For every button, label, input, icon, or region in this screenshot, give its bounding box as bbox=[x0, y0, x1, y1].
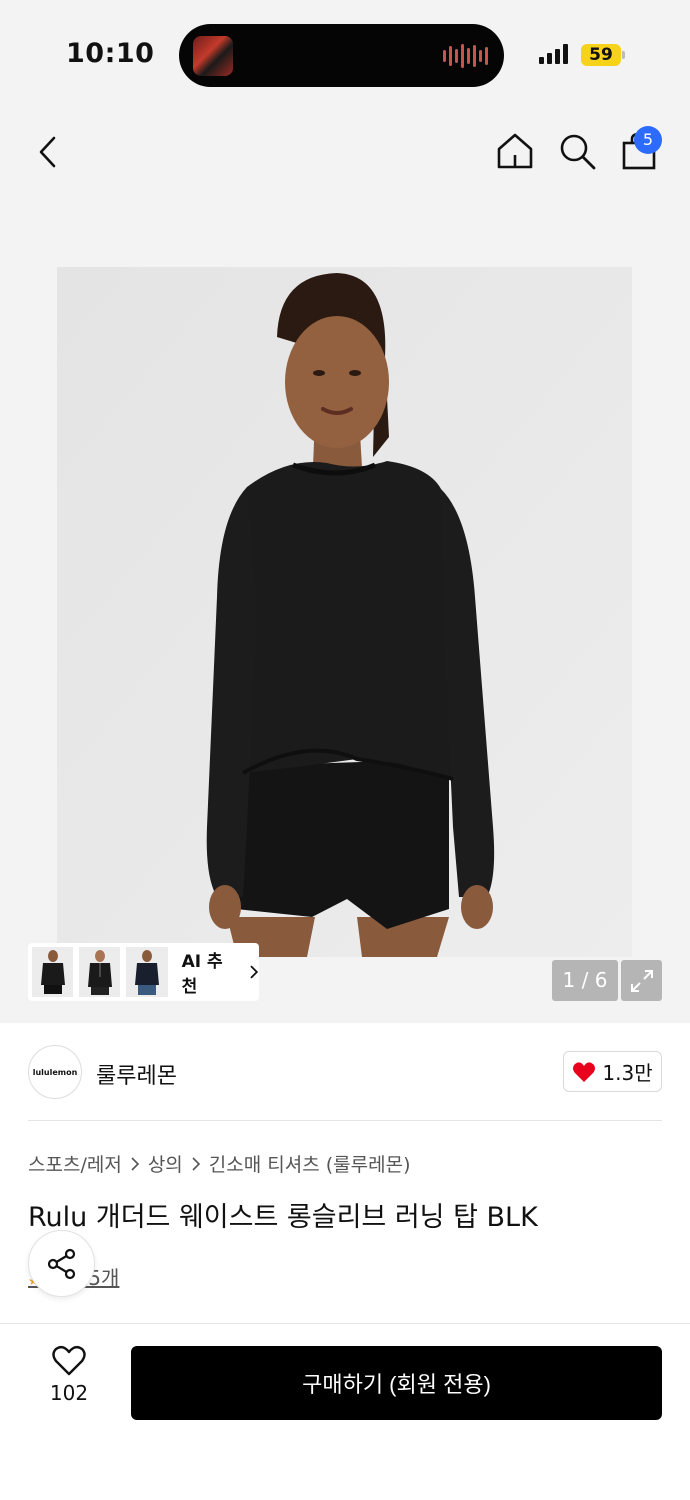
bottom-bar-divider bbox=[0, 1323, 690, 1324]
product-gallery[interactable]: AI 추천 1 / 6 bbox=[0, 190, 690, 1023]
back-button[interactable] bbox=[26, 130, 70, 174]
share-button[interactable] bbox=[28, 1230, 95, 1297]
heart-filled-icon bbox=[573, 1061, 596, 1082]
buy-button[interactable]: 구매하기 (회원 전용) bbox=[131, 1346, 662, 1420]
brand-row[interactable]: lululemon 룰루레몬 1.3만 bbox=[0, 1023, 690, 1120]
recommendation-thumbnail[interactable] bbox=[79, 947, 121, 997]
chevron-right-icon bbox=[250, 965, 259, 979]
heart-outline-icon bbox=[52, 1345, 86, 1376]
battery-tip bbox=[622, 51, 625, 59]
section-divider bbox=[28, 1120, 662, 1121]
top-nav-bar bbox=[0, 110, 690, 190]
breadcrumb-item[interactable]: 상의 bbox=[148, 1150, 183, 1177]
share-icon bbox=[47, 1248, 75, 1279]
brand-like-count: 1.3만 bbox=[602, 1061, 653, 1085]
back-icon bbox=[39, 136, 56, 168]
now-playing-artwork bbox=[193, 36, 233, 76]
home-icon bbox=[497, 133, 533, 169]
search-button[interactable] bbox=[554, 128, 600, 174]
image-page-counter: 1 / 6 bbox=[552, 960, 618, 1001]
battery-indicator: 59 bbox=[581, 44, 621, 66]
cart-count-badge: 5 bbox=[634, 126, 662, 154]
wishlist-count: 102 bbox=[49, 1381, 89, 1405]
wishlist-button[interactable]: 102 bbox=[36, 1345, 102, 1415]
brand-logo[interactable]: lululemon bbox=[28, 1045, 82, 1099]
fullscreen-button[interactable] bbox=[621, 960, 662, 1001]
brand-name[interactable]: 룰루레몬 bbox=[96, 1058, 177, 1090]
breadcrumb-item[interactable]: 스포츠/레저 bbox=[28, 1150, 122, 1177]
model-wearing-top-image bbox=[57, 267, 632, 957]
expand-icon bbox=[630, 969, 653, 992]
product-photo[interactable] bbox=[57, 267, 632, 957]
chevron-right-icon bbox=[130, 1156, 140, 1172]
home-button[interactable] bbox=[492, 128, 538, 174]
recommendation-thumbnail[interactable] bbox=[126, 947, 168, 997]
product-title: Rulu 개더드 웨이스트 롱슬리브 러닝 탑 BLK bbox=[28, 1202, 538, 1233]
dynamic-island[interactable] bbox=[179, 24, 504, 87]
status-bar: 10:10 59 bbox=[0, 0, 690, 110]
search-icon bbox=[560, 134, 596, 170]
breadcrumb-item[interactable]: 긴소매 티셔츠 (룰루레몬) bbox=[209, 1150, 411, 1177]
ai-recommendation-strip[interactable]: AI 추천 bbox=[28, 943, 259, 1001]
brand-logo-text: lululemon bbox=[32, 1067, 78, 1077]
cellular-signal-icon bbox=[539, 44, 568, 64]
audio-waveform-icon bbox=[443, 42, 488, 70]
recommendation-thumbnail[interactable] bbox=[32, 947, 74, 997]
category-breadcrumb: 스포츠/레저 상의 긴소매 티셔츠 (룰루레몬) bbox=[28, 1150, 411, 1177]
status-time: 10:10 bbox=[66, 38, 155, 69]
brand-like-button[interactable]: 1.3만 bbox=[563, 1051, 662, 1092]
chevron-right-icon bbox=[191, 1156, 201, 1172]
ai-recommendation-label: AI 추천 bbox=[181, 952, 223, 997]
